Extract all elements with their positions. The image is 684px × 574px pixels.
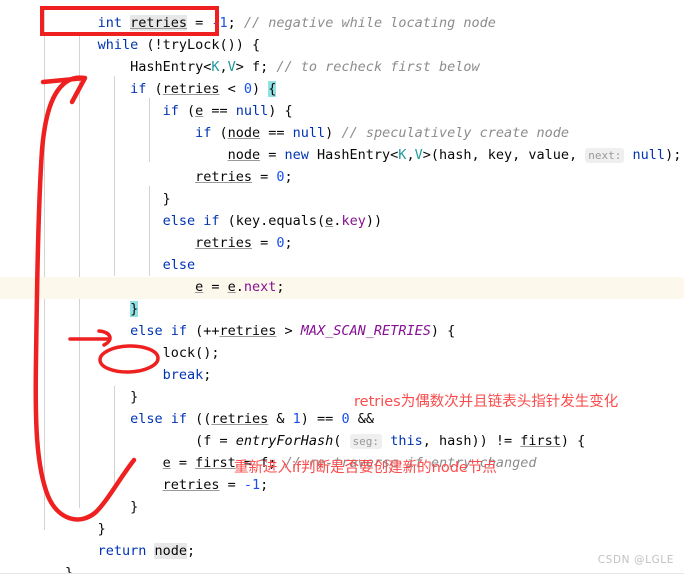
code-line-18[interactable]: } [0, 364, 684, 405]
note-retries-even: retries为偶数次并且链表头指针发生变化 [354, 394, 619, 410]
code-line-16[interactable]: lock(); [0, 320, 684, 361]
code-editor[interactable]: int retries = -1; // negative while loca… [0, 0, 684, 574]
code-line-5[interactable]: if (e == null) { [0, 78, 684, 119]
note-reenter-if: 重新进入if判断是否要创建新的node节点 [234, 460, 497, 476]
code-line-8[interactable]: retries = 0; [0, 144, 684, 185]
code-line-26[interactable]: } [0, 540, 684, 574]
code-line-13[interactable]: e = e.next; [0, 254, 684, 295]
code-line-3[interactable]: HashEntry<K,V> f; // to recheck first be… [0, 34, 684, 75]
code-line-1[interactable]: int retries = -1; // negative while loca… [0, 0, 684, 31]
code-line-21[interactable]: e = first = f; // re-traverse if entry c… [0, 430, 684, 471]
code-line-15[interactable]: else if (++retries > MAX_SCAN_RETRIES) { [0, 298, 684, 339]
code-line-7[interactable]: node = new HashEntry<K,V>(hash, key, val… [0, 122, 684, 163]
code-line-6[interactable]: if (node == null) // speculatively creat… [0, 100, 684, 141]
code-line-23[interactable]: } [0, 474, 684, 515]
csdn-watermark: CSDN @LGLE [597, 554, 674, 566]
code-line-9[interactable]: } [0, 166, 684, 207]
code-line-12[interactable]: else [0, 232, 684, 273]
code-line-2[interactable]: while (!tryLock()) { [0, 12, 684, 53]
code-line-24[interactable]: } [0, 496, 684, 537]
code-line-10[interactable]: else if (key.equals(e.key)) [0, 188, 684, 229]
screenshot-root: int retries = -1; // negative while loca… [0, 0, 684, 574]
code-line-14[interactable]: } [0, 276, 684, 317]
code-line-20[interactable]: (f = entryForHash( seg: this, hash)) != … [0, 408, 684, 449]
code-line-25[interactable]: return node; [0, 518, 684, 559]
code-line-11[interactable]: retries = 0; [0, 210, 684, 251]
code-line-4[interactable]: if (retries < 0) { [0, 56, 684, 97]
code-line-17[interactable]: break; [0, 342, 684, 383]
